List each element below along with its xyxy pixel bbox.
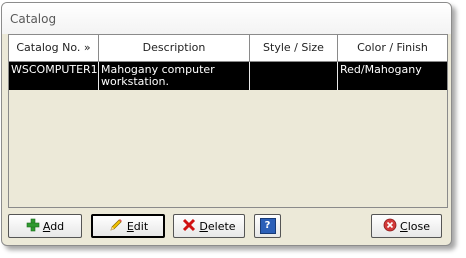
- red-x-icon: [182, 218, 196, 235]
- delete-button-accel: D: [199, 219, 208, 233]
- close-button-accel: C: [400, 219, 408, 233]
- delete-button[interactable]: Delete: [173, 214, 245, 238]
- cell-color-finish: Red/Mahogany: [340, 63, 422, 76]
- delete-button-label: elete: [207, 219, 236, 233]
- help-icon-label: ?: [264, 220, 271, 231]
- cell-style-size: [250, 62, 338, 90]
- close-button[interactable]: Close: [371, 214, 442, 238]
- button-bar: Add Edit Delete ? Close: [2, 208, 451, 245]
- cell-catalog-no: WSCOMPUTER1: [9, 62, 99, 90]
- help-icon: ?: [259, 218, 276, 234]
- column-header-description[interactable]: Description: [99, 35, 250, 61]
- catalog-window: Catalog Catalog No. » Description Style …: [1, 2, 452, 246]
- column-header-style-size[interactable]: Style / Size: [250, 35, 338, 61]
- table-row[interactable]: WSCOMPUTER1 Mahogany computer workstatio…: [9, 62, 447, 90]
- pencil-icon: [108, 217, 124, 236]
- edit-button[interactable]: Edit: [91, 214, 165, 238]
- grid-header: Catalog No. » Description Style / Size C…: [9, 35, 447, 62]
- edit-button-label: dit: [133, 219, 149, 233]
- plus-icon: [26, 218, 40, 235]
- close-button-label: lose: [407, 219, 430, 233]
- close-circle-icon: [383, 218, 397, 235]
- add-button[interactable]: Add: [8, 214, 82, 238]
- column-header-color-finish[interactable]: Color / Finish: [338, 35, 447, 61]
- catalog-grid[interactable]: Catalog No. » Description Style / Size C…: [8, 34, 448, 208]
- window-title: Catalog: [10, 12, 57, 26]
- cell-description: Mahogany computer workstation.: [99, 62, 250, 90]
- title-bar[interactable]: Catalog: [2, 3, 451, 34]
- edit-button-accel: E: [126, 219, 134, 233]
- column-header-catalog-no[interactable]: Catalog No. »: [9, 35, 99, 61]
- help-button[interactable]: ?: [254, 214, 281, 238]
- add-button-label: dd: [50, 219, 65, 233]
